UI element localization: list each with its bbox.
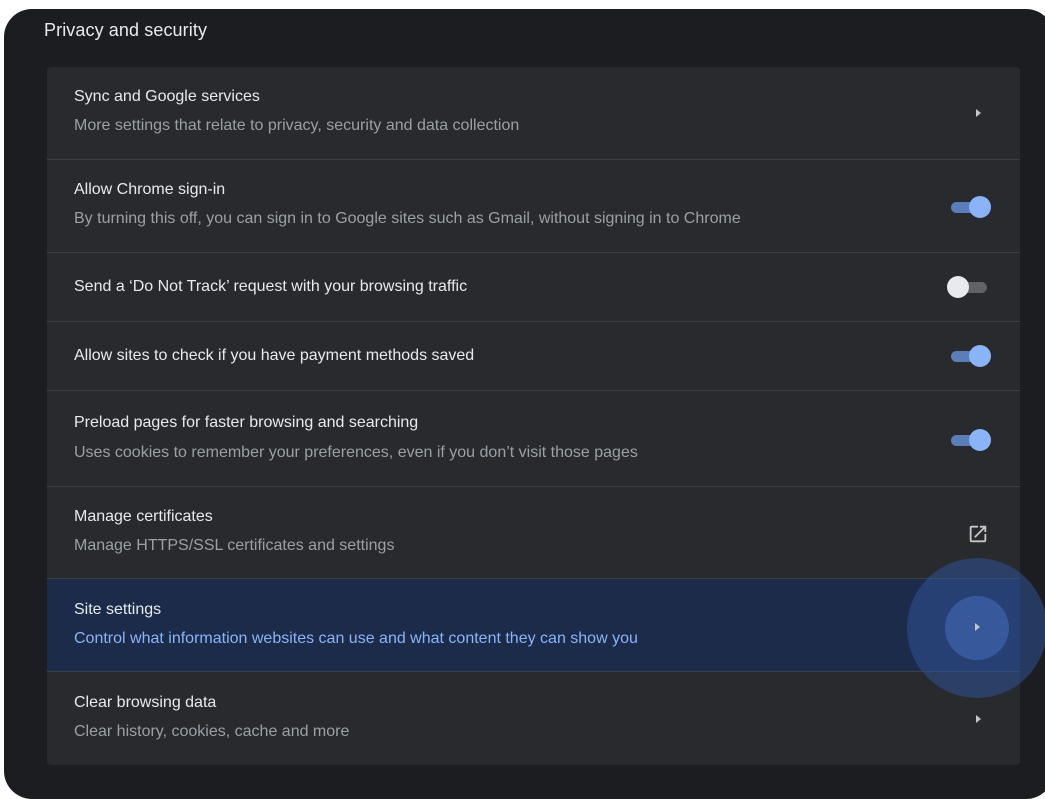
toggle-knob	[969, 429, 991, 451]
manage-certificates-row[interactable]: Manage certificates Manage HTTPS/SSL cer…	[47, 486, 1020, 578]
row-subtitle: Uses cookies to remember your preference…	[74, 444, 638, 461]
chevron-right-icon[interactable]	[976, 715, 981, 723]
section-title: Privacy and security	[44, 20, 208, 40]
row-subtitle: Clear history, cookies, cache and more	[74, 723, 350, 740]
toggle-knob	[947, 276, 969, 298]
open-in-new-icon[interactable]	[967, 523, 989, 545]
row-title: Preload pages for faster browsing and se…	[74, 414, 419, 431]
row-title: Sync and Google services	[74, 88, 260, 105]
row-title: Site settings	[74, 601, 162, 618]
allow-chrome-signin-row[interactable]: Allow Chrome sign-in By turning this off…	[47, 159, 1020, 252]
preload-pages-row[interactable]: Preload pages for faster browsing and se…	[47, 390, 1020, 486]
do-not-track-toggle[interactable]	[947, 275, 991, 299]
row-subtitle: More settings that relate to privacy, se…	[74, 117, 520, 134]
row-subtitle: Control what information websites can us…	[74, 630, 638, 647]
preload-pages-toggle[interactable]	[947, 428, 991, 452]
clear-browsing-data-row[interactable]: Clear browsing data Clear history, cooki…	[47, 671, 1020, 765]
payment-methods-toggle[interactable]	[947, 344, 991, 368]
row-title: Manage certificates	[74, 508, 213, 525]
row-subtitle: By turning this off, you can sign in to …	[74, 210, 741, 227]
chevron-right-icon[interactable]	[975, 623, 980, 631]
row-subtitle: Manage HTTPS/SSL certificates and settin…	[74, 537, 395, 554]
privacy-settings-card: Sync and Google services More settings t…	[47, 67, 1020, 765]
payment-methods-row[interactable]: Allow sites to check if you have payment…	[47, 321, 1020, 390]
row-title: Allow Chrome sign-in	[74, 181, 226, 198]
row-title: Clear browsing data	[74, 694, 217, 711]
row-title: Send a ‘Do Not Track’ request with your …	[74, 278, 468, 295]
toggle-knob	[969, 345, 991, 367]
row-title: Allow sites to check if you have payment…	[74, 347, 475, 364]
site-settings-row[interactable]: Site settings Control what information w…	[47, 578, 1020, 671]
chevron-right-icon[interactable]	[976, 109, 981, 117]
do-not-track-row[interactable]: Send a ‘Do Not Track’ request with your …	[47, 252, 1020, 321]
sync-google-services-row[interactable]: Sync and Google services More settings t…	[47, 67, 1020, 159]
toggle-knob	[969, 196, 991, 218]
allow-chrome-signin-toggle[interactable]	[947, 195, 991, 219]
